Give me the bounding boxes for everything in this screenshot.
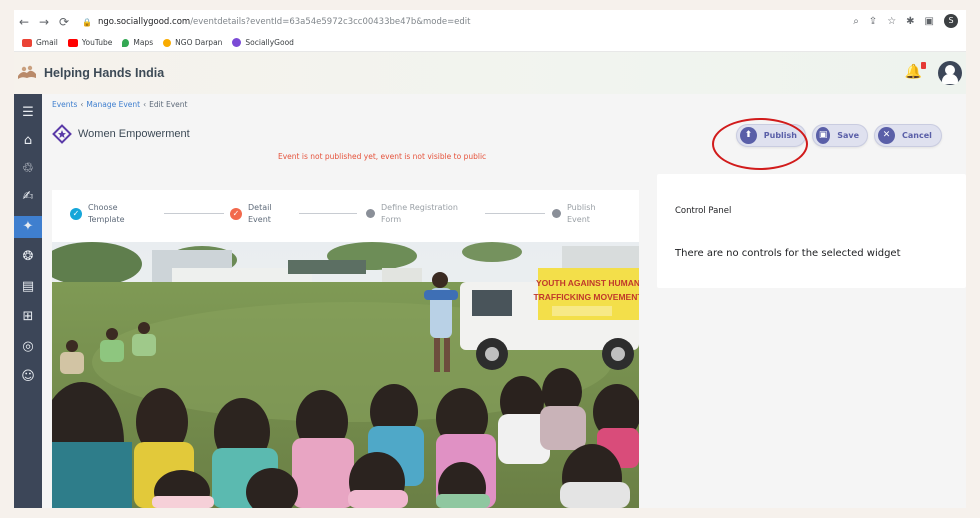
step-choose-template[interactable]: ✓ Choose Template bbox=[70, 202, 138, 226]
step-label-line2: Event bbox=[567, 215, 590, 224]
browser-tools: ⌕ ⇪ ☆ ✱ ▣ S bbox=[853, 14, 958, 28]
check-icon: ✓ bbox=[70, 208, 82, 220]
breadcrumb: Events ‹ Manage Event ‹ Edit Event bbox=[52, 100, 187, 109]
bookmark-label: YouTube bbox=[81, 38, 113, 47]
bookmark-sociallygood[interactable]: SociallyGood bbox=[232, 38, 294, 47]
banner-text-line1: YOUTH AGAINST HUMAN bbox=[536, 278, 639, 288]
url-field[interactable]: 🔒 ngo.sociallygood.com /eventdetails?eve… bbox=[82, 17, 471, 27]
event-banner-image[interactable]: YOUTH AGAINST HUMAN TRAFFICKING MOVEMENT bbox=[52, 242, 639, 508]
url-domain: ngo.sociallygood.com bbox=[97, 17, 191, 27]
unpublished-notice: Event is not published yet, event is not… bbox=[278, 152, 487, 161]
page-title: Women Empowerment bbox=[78, 128, 190, 140]
user-avatar[interactable] bbox=[938, 61, 962, 85]
step-label-line2: Form bbox=[381, 215, 402, 224]
step-label: Define Registration Form bbox=[381, 202, 471, 226]
ngo-darpan-icon bbox=[163, 38, 172, 47]
step-connector bbox=[164, 213, 224, 214]
sidebar: ☰ ⌂ ♲ ✍ ✦ ❂ ▤ ⊞ ◎ ☺ bbox=[14, 94, 42, 508]
breadcrumb-separator: ‹ bbox=[143, 100, 147, 109]
bell-icon[interactable]: 🔔 bbox=[905, 64, 922, 80]
step-label-line1: Define Registration bbox=[381, 203, 458, 212]
donation-icon[interactable]: ♲ bbox=[18, 158, 38, 180]
back-icon[interactable]: ← bbox=[14, 15, 34, 29]
bookmark-gmail[interactable]: Gmail bbox=[22, 38, 58, 47]
ngo-icon[interactable]: ⊞ bbox=[18, 306, 38, 328]
step-publish-event[interactable]: Publish Event bbox=[552, 202, 617, 226]
cancel-button[interactable]: ✕ Cancel bbox=[874, 124, 942, 147]
award-icon[interactable]: ❂ bbox=[18, 246, 38, 268]
event-photo: YOUTH AGAINST HUMAN TRAFFICKING MOVEMENT bbox=[52, 242, 639, 508]
bookmarks-bar: Gmail YouTube Maps NGO Darpan SociallyGo… bbox=[14, 34, 966, 52]
share-icon[interactable]: ⇪ bbox=[869, 16, 877, 27]
step-label-line1: Publish bbox=[567, 203, 596, 212]
bookmark-label: Gmail bbox=[36, 38, 58, 47]
step-define-registration-form[interactable]: Define Registration Form bbox=[366, 202, 471, 226]
bookmark-ngo-darpan[interactable]: NGO Darpan bbox=[163, 38, 222, 47]
maps-icon bbox=[122, 38, 130, 47]
breadcrumb-manage-event[interactable]: Manage Event bbox=[86, 100, 140, 109]
address-bar: ← → ⟳ 🔒 ngo.sociallygood.com /eventdetai… bbox=[14, 10, 966, 34]
floppy-icon: ▣ bbox=[816, 127, 831, 144]
close-icon: ✕ bbox=[878, 127, 895, 144]
users-icon[interactable]: ☺ bbox=[18, 366, 38, 388]
bookmark-label: SociallyGood bbox=[245, 38, 294, 47]
step-label-line1: Choose bbox=[88, 203, 118, 212]
main-content: Events ‹ Manage Event ‹ Edit Event Women… bbox=[42, 94, 966, 508]
bookmark-label: NGO Darpan bbox=[175, 38, 223, 47]
event-icon[interactable]: ✦ bbox=[14, 216, 42, 238]
step-detail-event[interactable]: ✓ Detail Event bbox=[230, 202, 298, 226]
bookmark-maps[interactable]: Maps bbox=[122, 38, 153, 47]
zoom-icon[interactable]: ⌕ bbox=[853, 16, 859, 27]
sociallygood-icon bbox=[232, 38, 242, 47]
control-panel-title: Control Panel bbox=[675, 206, 732, 216]
save-button[interactable]: ▣ Save bbox=[812, 124, 868, 147]
step-label: Publish Event bbox=[567, 202, 617, 226]
browser-profile-avatar[interactable]: S bbox=[944, 14, 958, 28]
step-connector bbox=[485, 213, 545, 214]
gmail-icon bbox=[22, 38, 32, 47]
lock-icon: 🔒 bbox=[82, 17, 92, 27]
extensions-icon[interactable]: ✱ bbox=[906, 16, 914, 27]
pending-dot-icon bbox=[366, 209, 375, 218]
app-header: Helping Hands India 🔔 bbox=[14, 52, 966, 94]
home-icon[interactable]: ⌂ bbox=[18, 130, 38, 152]
csr-icon[interactable]: ◎ bbox=[18, 336, 38, 358]
control-panel-message: There are no controls for the selected w… bbox=[675, 248, 901, 259]
step-label: Detail Event bbox=[248, 202, 298, 226]
stepper: ✓ Choose Template ✓ Detail Event Define Re… bbox=[52, 190, 639, 240]
control-panel: Control Panel There are no controls for … bbox=[657, 174, 966, 288]
step-label-line2: Event bbox=[248, 215, 271, 224]
step-connector bbox=[299, 213, 357, 214]
step-label-line1: Detail bbox=[248, 203, 272, 212]
event-diamond-icon bbox=[52, 124, 72, 144]
forward-icon[interactable]: → bbox=[34, 15, 54, 29]
url-path: /eventdetails?eventId=63a54e5972c3cc0043… bbox=[190, 17, 471, 27]
breadcrumb-events[interactable]: Events bbox=[52, 100, 77, 109]
breadcrumb-separator: ‹ bbox=[80, 100, 84, 109]
menu-icon[interactable]: ☰ bbox=[18, 102, 38, 124]
cancel-label: Cancel bbox=[902, 131, 932, 140]
browser-window: ← → ⟳ 🔒 ngo.sociallygood.com /eventdetai… bbox=[14, 10, 966, 508]
logo-icon bbox=[18, 65, 36, 79]
reload-icon[interactable]: ⟳ bbox=[54, 15, 74, 29]
step-label-line2: Template bbox=[88, 215, 125, 224]
check-icon: ✓ bbox=[230, 208, 242, 220]
bookmark-label: Maps bbox=[133, 38, 154, 47]
bookmark-youtube[interactable]: YouTube bbox=[67, 38, 113, 47]
banner-text-line2: TRAFFICKING MOVEMENT bbox=[533, 292, 639, 302]
step-label: Choose Template bbox=[88, 202, 138, 226]
pending-dot-icon bbox=[552, 209, 561, 218]
event-title-row: Women Empowerment bbox=[52, 124, 190, 144]
pledge-icon[interactable]: ✍ bbox=[18, 186, 38, 208]
profile-card-icon[interactable]: ▤ bbox=[18, 276, 38, 298]
editor-panel: ✓ Choose Template ✓ Detail Event Define Re… bbox=[52, 190, 639, 508]
breadcrumb-edit-event: Edit Event bbox=[149, 100, 188, 109]
sidepanel-icon[interactable]: ▣ bbox=[925, 16, 934, 27]
star-icon[interactable]: ☆ bbox=[887, 16, 896, 27]
save-label: Save bbox=[837, 131, 859, 140]
highlight-annotation bbox=[712, 118, 808, 170]
youtube-icon bbox=[67, 38, 78, 47]
brand-name: Helping Hands India bbox=[44, 66, 165, 80]
notification-badge bbox=[921, 62, 926, 69]
